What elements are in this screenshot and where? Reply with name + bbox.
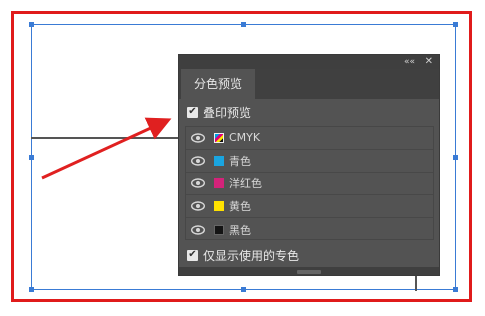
annotation-arrow-icon (41, 117, 172, 180)
